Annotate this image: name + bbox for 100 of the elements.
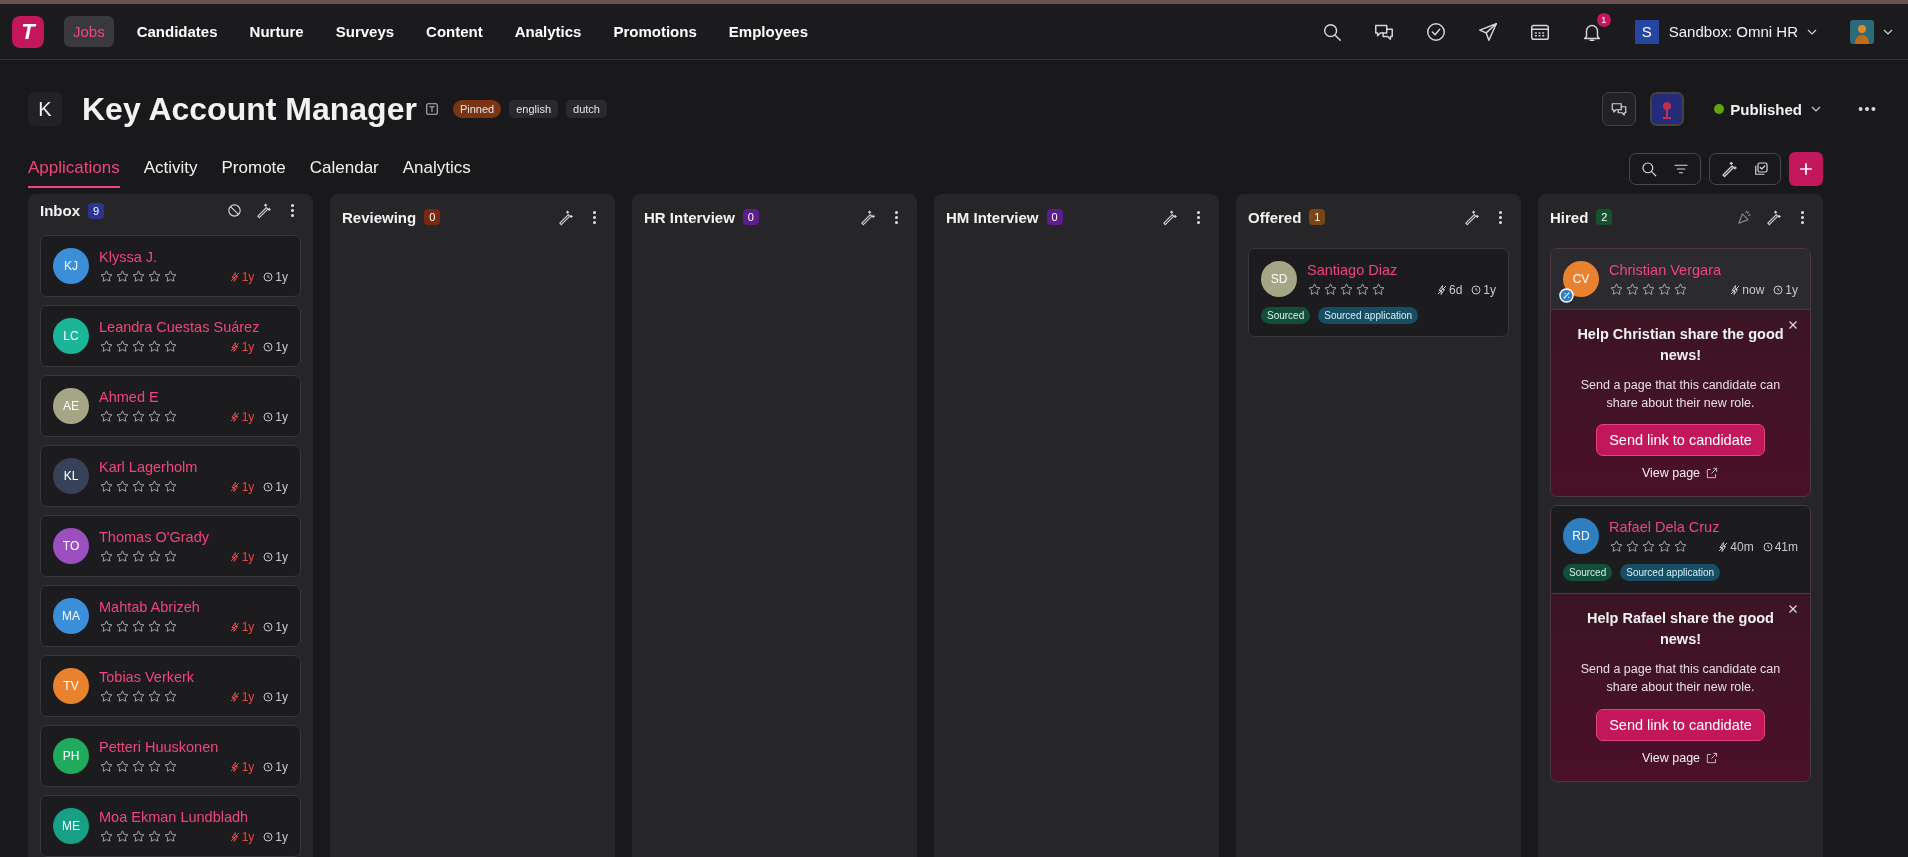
check-circle-icon[interactable] [1424,20,1447,43]
send-icon[interactable] [1476,20,1499,43]
star-icon[interactable] [163,619,178,634]
star-icon[interactable] [131,339,146,354]
nav-item[interactable]: Candidates [127,16,227,47]
star-icon[interactable] [1657,282,1672,297]
star-icon[interactable] [147,619,162,634]
candidate-card[interactable]: LC Leandra Cuestas Suárez 1y 1y [41,306,300,366]
app-logo[interactable]: T [12,15,44,48]
candidate-card[interactable]: AE Ahmed E 1y 1y [41,376,300,436]
star-icon[interactable] [131,479,146,494]
block-icon[interactable] [226,202,243,219]
star-icon[interactable] [147,409,162,424]
star-icon[interactable] [1625,539,1640,555]
star-icon[interactable] [115,479,130,494]
star-icon[interactable] [115,339,130,354]
page-tab[interactable]: Promote [221,150,286,188]
star-icon[interactable] [131,619,146,634]
nav-item[interactable]: Content [417,16,492,47]
nav-item[interactable]: Surveys [326,16,404,47]
star-icon[interactable] [99,829,114,844]
nav-item[interactable]: Nurture [240,16,313,47]
magic-wand-icon[interactable] [859,208,876,226]
star-icon[interactable] [147,829,162,844]
star-icon[interactable] [115,759,130,774]
magic-wand-icon[interactable] [1161,208,1178,226]
add-button[interactable] [1789,152,1823,186]
star-icon[interactable] [147,759,162,774]
external-link-icon[interactable] [1705,750,1720,765]
star-icon[interactable] [1323,282,1338,297]
candidate-name[interactable]: Ahmed E [99,389,159,405]
candidate-card[interactable]: SD Santiago Diaz 6d 1y Sourced Sourced application [1249,249,1508,336]
star-icon[interactable] [163,759,178,774]
star-icon[interactable] [131,829,146,844]
star-icon[interactable] [163,269,178,284]
star-icon[interactable] [147,269,162,284]
star-icon[interactable] [131,689,146,704]
star-icon[interactable] [131,549,146,564]
star-icon[interactable] [1657,539,1672,555]
star-icon[interactable] [163,549,178,564]
star-icon[interactable] [163,479,178,494]
candidate-name[interactable]: Santiago Diaz [1307,262,1398,278]
party-popper-icon[interactable] [1736,208,1753,226]
status-dropdown[interactable]: Published [1730,100,1802,118]
star-icon[interactable] [1609,282,1624,297]
magic-wand-icon[interactable] [1463,208,1480,226]
nav-item[interactable]: Employees [719,16,817,47]
template-icon[interactable] [424,102,439,116]
star-icon[interactable] [99,409,114,424]
candidate-card[interactable]: PH Petteri Huuskonen 1y 1y [41,726,300,786]
candidate-name[interactable]: Klyssa J. [99,249,157,265]
star-icon[interactable] [99,619,114,634]
workspace-switcher[interactable]: Sandbox: Omni HR [1668,23,1798,40]
candidate-card[interactable]: ME Moa Ekman Lundbladh 1y 1y [41,796,300,856]
star-icon[interactable] [99,339,114,354]
magic-wand-icon[interactable] [1720,160,1738,178]
external-link-icon[interactable] [1705,466,1720,481]
view-page-link[interactable]: View page [1641,750,1701,765]
candidate-card[interactable]: MA Mahtab Abrizeh 1y 1y [41,586,300,646]
star-icon[interactable] [99,549,114,564]
page-tab[interactable]: Calendar [309,150,379,188]
star-icon[interactable] [147,339,162,354]
star-icon[interactable] [131,759,146,774]
star-icon[interactable] [163,409,178,424]
star-icon[interactable] [99,689,114,704]
candidate-card[interactable]: TO Thomas O'Grady 1y 1y [41,516,300,576]
star-icon[interactable] [115,689,130,704]
star-icon[interactable] [147,479,162,494]
user-avatar[interactable] [1850,19,1874,44]
star-icon[interactable] [163,339,178,354]
candidate-name[interactable]: Karl Lagerholm [99,459,198,475]
star-icon[interactable] [115,829,130,844]
candidate-name[interactable]: Thomas O'Grady [99,529,209,545]
candidate-card[interactable]: KL Karl Lagerholm 1y 1y [41,446,300,506]
star-icon[interactable] [115,409,130,424]
candidate-card[interactable]: CV Christian Vergara now 1y [1551,249,1810,309]
star-icon[interactable] [147,689,162,704]
candidate-name[interactable]: Petteri Huuskonen [99,739,219,755]
star-icon[interactable] [131,409,146,424]
star-icon[interactable] [147,549,162,564]
star-icon[interactable] [1339,282,1354,297]
star-icon[interactable] [99,479,114,494]
candidate-card[interactable]: KJ Klyssa J. 1y 1y [41,236,300,296]
star-icon[interactable] [99,759,114,774]
star-icon[interactable] [1625,282,1640,297]
nav-item[interactable]: Promotions [604,16,706,47]
star-icon[interactable] [115,549,130,564]
page-tab[interactable]: Analytics [402,150,471,188]
copy-check-icon[interactable] [1752,160,1770,178]
star-icon[interactable] [1609,539,1624,555]
candidate-card[interactable]: RD Rafael Dela Cruz 40m 41m Sourced Sourced application [1551,506,1810,594]
candidate-name[interactable]: Mahtab Abrizeh [99,599,200,615]
send-link-button[interactable]: Send link to candidate [1596,424,1765,457]
recruiter-avatar[interactable] [1650,92,1685,126]
candidate-name[interactable]: Moa Ekman Lundbladh [99,809,249,825]
view-page-link[interactable]: View page [1641,466,1701,481]
page-tab[interactable]: Applications [28,150,120,188]
magic-wand-icon[interactable] [255,202,272,219]
magic-wand-icon[interactable] [557,208,574,226]
star-icon[interactable] [1673,539,1688,555]
